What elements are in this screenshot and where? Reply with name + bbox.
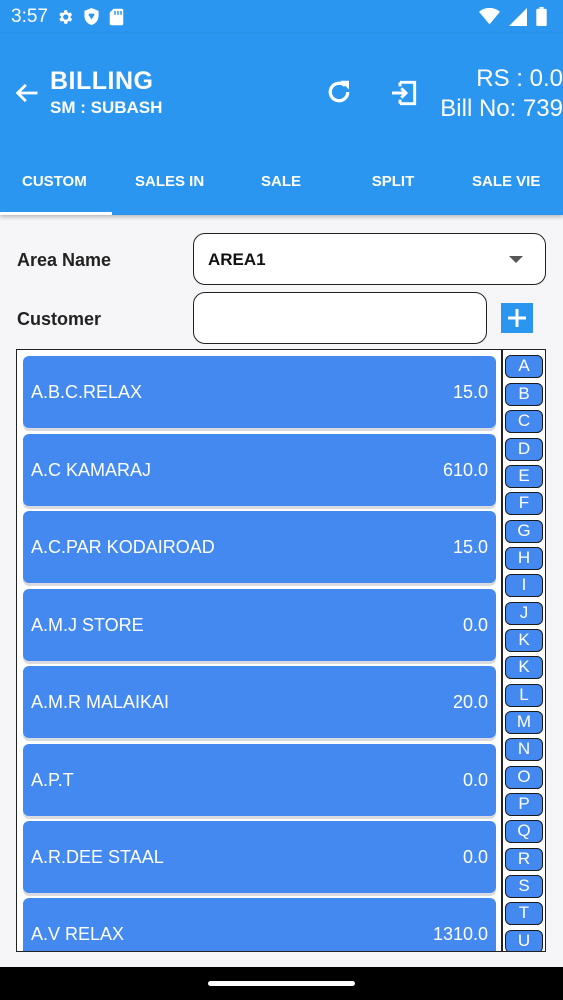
area-select-value: AREA1 [208,250,266,269]
shield-icon [84,8,99,25]
alphabet-button[interactable]: B [505,383,543,406]
customer-amount: 15.0 [452,382,488,402]
alphabet-button[interactable]: E [505,465,543,488]
customer-amount: 15.0 [452,537,488,557]
area-name-label: Area Name [17,250,112,270]
billing-screen: 3:57 BILLING SM : SUBASH RS : 0.0 Bill N… [0,0,563,1000]
customer-label: Customer [17,309,102,329]
alphabet-button[interactable]: K [505,629,543,652]
customer-name: A.M.R MALAIKAI [31,692,170,712]
alphabet-button[interactable]: F [505,492,543,515]
alphabet-button[interactable]: L [505,684,543,707]
tab-bar: CUSTOM SALES IN SALE SPLIT SALE VIE [0,162,563,215]
alphabet-button[interactable]: A [505,355,543,378]
alphabet-button[interactable]: D [505,438,543,461]
customer-input[interactable] [193,292,487,344]
customer-name: A.P.T [31,770,74,790]
customer-amount: 20.0 [452,692,488,712]
plus-icon [508,309,526,327]
alphabet-button[interactable]: M [505,711,543,734]
customer-name: A.C KAMARAJ [31,460,152,480]
customer-list-item[interactable]: A.V RELAX 1310.0 [23,898,496,951]
customer-amount: 610.0 [442,460,488,480]
customer-list-item[interactable]: A.M.J STORE 0.0 [23,589,496,661]
app-bar: BILLING SM : SUBASH RS : 0.0 Bill No: 73… [0,33,563,215]
alphabet-button[interactable]: O [505,766,543,789]
customer-list-item[interactable]: A.C KAMARAJ 610.0 [23,434,496,506]
customer-list-item[interactable]: A.P.T 0.0 [23,744,496,816]
alphabet-button[interactable]: J [505,602,543,625]
alphabet-button[interactable]: P [505,793,543,816]
page-title: BILLING [50,67,154,95]
customer-list-item[interactable]: A.B.C.RELAX 15.0 [23,356,496,428]
total-amount: RS : 0.0 [476,65,563,92]
alphabet-index: A B C D E F G H I J K K L M N O P Q R S … [502,349,546,952]
sd-card-icon [109,8,124,25]
add-customer-button[interactable] [501,303,533,333]
refresh-icon[interactable] [324,77,354,107]
customer-amount: 0.0 [462,770,488,790]
alphabet-button[interactable]: R [505,848,543,871]
customer-name: A.C.PAR KODAIROAD [31,537,215,557]
alphabet-button[interactable]: G [505,520,543,543]
customer-amount: 0.0 [462,847,488,867]
customer-name: A.M.J STORE [31,615,144,635]
settings-gear-icon [59,9,73,24]
alphabet-button[interactable]: N [505,738,543,761]
battery-icon [536,7,547,26]
customer-amount: 0.0 [462,615,488,635]
customer-list-item[interactable]: A.C.PAR KODAIROAD 15.0 [23,511,496,583]
bill-number: Bill No: 739 [440,95,563,122]
customer-name: A.R.DEE STAAL [31,847,164,867]
alphabet-button[interactable]: K [505,656,543,679]
alphabet-button[interactable]: I [505,574,543,597]
tab-sale-view[interactable]: SALE VIE [472,162,542,215]
customer-name: A.V RELAX [31,924,125,944]
area-select[interactable]: AREA1 [193,233,546,285]
alphabet-button[interactable]: C [505,410,543,433]
tab-customer[interactable]: CUSTOM [22,162,90,215]
customer-list-item[interactable]: A.M.R MALAIKAI 20.0 [23,666,496,738]
tab-indicator [0,212,112,215]
alphabet-button[interactable]: H [505,547,543,570]
tab-sale[interactable]: SALE [225,162,337,215]
customer-name: A.B.C.RELAX [31,382,143,402]
wifi-icon [479,8,500,25]
navigation-bar [0,967,563,1000]
alphabet-button[interactable]: S [505,875,543,898]
alphabet-button[interactable]: T [505,902,543,925]
alphabet-button[interactable]: U [505,930,543,951]
status-bar: 3:57 [0,0,563,33]
salesman-label: SM : SUBASH [50,98,163,117]
alphabet-button[interactable]: Q [505,820,543,843]
cell-signal-icon [509,7,527,26]
status-time: 3:57 [11,6,48,27]
customer-amount: 1310.0 [432,924,488,944]
back-arrow-icon[interactable] [13,79,41,107]
customer-list[interactable]: A.B.C.RELAX 15.0 A.C KAMARAJ 610.0 A.C.P… [16,349,502,952]
tab-split[interactable]: SPLIT [337,162,449,215]
logout-icon[interactable] [388,77,420,109]
dropdown-arrow-icon [509,256,523,263]
customer-list-item[interactable]: A.R.DEE STAAL 0.0 [23,821,496,893]
tab-sales-in[interactable]: SALES IN [135,162,205,215]
home-indicator[interactable] [208,981,355,986]
